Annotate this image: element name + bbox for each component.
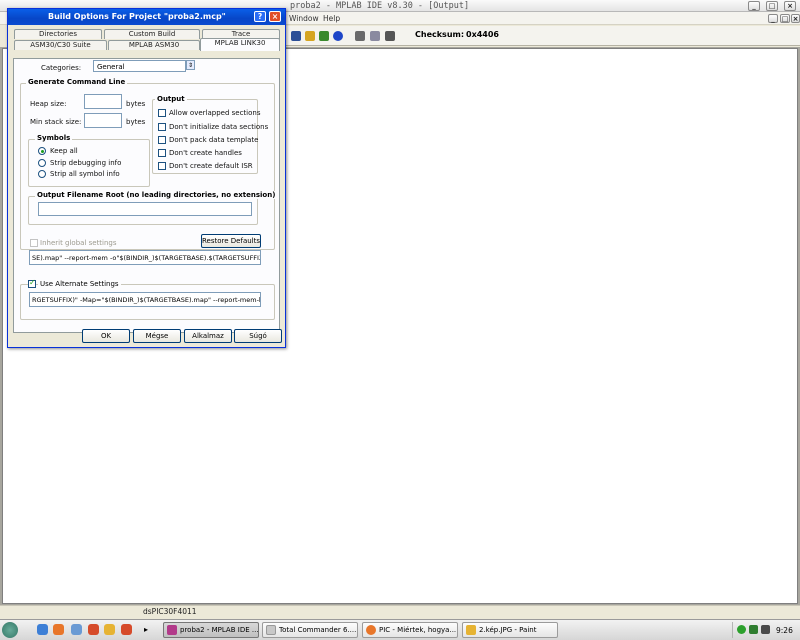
menu-window[interactable]: Window <box>289 14 319 23</box>
dont-pack-template-checkbox[interactable] <box>158 136 166 144</box>
help-button[interactable]: Súgó <box>234 329 282 343</box>
tab-mplab-asm30[interactable]: MPLAB ASM30 <box>108 40 200 50</box>
dialog-title: Build Options For Project "proba2.mcp" <box>48 12 226 21</box>
min-stack-size-label: Min stack size: <box>30 118 82 126</box>
firefox-icon <box>366 625 376 635</box>
child-restore-icon[interactable]: □ <box>780 14 790 23</box>
make-icon[interactable] <box>319 31 329 41</box>
generate-command-line-title: Generate Command Line <box>26 78 128 86</box>
min-stack-size-input[interactable] <box>84 113 122 128</box>
filename-root-input[interactable] <box>38 202 252 216</box>
dont-create-handles-checkbox[interactable] <box>158 149 166 157</box>
tab-mplab-link30[interactable]: MPLAB LINK30 <box>200 38 280 51</box>
dont-create-isr-checkbox[interactable] <box>158 162 166 170</box>
quicklaunch-chevron-icon[interactable]: ▸ <box>144 625 148 634</box>
min-stack-size-unit: bytes <box>126 118 146 126</box>
task-label: Total Commander 6.... <box>279 626 357 634</box>
keep-all-radio[interactable] <box>38 147 46 155</box>
chip-icon[interactable] <box>385 31 395 41</box>
task-label: PIC - Miértek, hogya... <box>379 626 457 634</box>
symbols-title: Symbols <box>35 134 73 142</box>
menu-help[interactable]: Help <box>323 14 340 23</box>
tab-asm30-c30-suite[interactable]: ASM30/C30 Suite <box>14 40 107 50</box>
tab-directories[interactable]: Directories <box>14 29 102 39</box>
help-icon[interactable]: ? <box>254 11 266 22</box>
task-firefox[interactable]: PIC - Miértek, hogya... <box>362 622 458 638</box>
ok-button[interactable]: OK <box>82 329 130 343</box>
mplab-icon <box>167 625 177 635</box>
keep-all-label: Keep all <box>50 147 78 155</box>
tab-custom-build[interactable]: Custom Build <box>104 29 200 39</box>
use-alternate-settings-label: Use Alternate Settings <box>38 280 121 288</box>
quicklaunch-media-icon[interactable] <box>121 624 132 635</box>
quicklaunch-firefox-icon[interactable] <box>53 624 64 635</box>
clock: 9:26 <box>776 626 793 635</box>
quicklaunch-paint-icon[interactable] <box>104 624 115 635</box>
build-icon[interactable] <box>305 31 315 41</box>
program-icon[interactable] <box>355 31 365 41</box>
info-icon[interactable] <box>333 31 343 41</box>
child-minimize-icon[interactable]: _ <box>768 14 778 23</box>
checksum-label: Checksum: <box>415 30 465 39</box>
restore-defaults-button[interactable]: Restore Defaults <box>201 234 261 248</box>
apply-button[interactable]: Alkalmaz <box>184 329 232 343</box>
child-close-icon[interactable]: × <box>791 14 800 23</box>
dont-pack-template-label: Don't pack data template <box>169 136 259 144</box>
allow-overlapped-label: Allow overlapped sections <box>169 109 261 117</box>
tray-volume-icon[interactable] <box>761 625 770 634</box>
output-title: Output <box>155 95 187 103</box>
status-device: dsPIC30F4011 <box>143 607 197 616</box>
chevron-down-icon[interactable]: ⇕ <box>186 60 195 70</box>
dont-create-handles-label: Don't create handles <box>169 149 242 157</box>
ide-window-title: proba2 - MPLAB IDE v8.30 - [Output] <box>290 1 470 11</box>
task-label: 2.kép.JPG - Paint <box>479 626 537 634</box>
maximize-icon[interactable]: □ <box>766 1 778 11</box>
cancel-button[interactable]: Mégse <box>133 329 181 343</box>
dialog-close-icon[interactable]: × <box>269 11 281 22</box>
strip-all-symbols-radio[interactable] <box>38 170 46 178</box>
strip-debugging-radio[interactable] <box>38 159 46 167</box>
command-line-field[interactable]: SE).map" --report-mem -o"$(BINDIR_)$(TAR… <box>29 250 261 265</box>
tray-network-icon[interactable] <box>737 625 746 634</box>
alternate-command-line-field[interactable]: RGETSUFFIX)" -Map="$(BINDIR_)$(TARGETBAS… <box>29 292 261 307</box>
minimize-icon[interactable]: _ <box>748 1 760 11</box>
close-icon[interactable]: × <box>784 1 796 11</box>
heap-size-unit: bytes <box>126 100 146 108</box>
allow-overlapped-checkbox[interactable] <box>158 109 166 117</box>
task-total-commander[interactable]: Total Commander 6.... <box>262 622 358 638</box>
task-mplab[interactable]: proba2 - MPLAB IDE ... <box>163 622 259 638</box>
heap-size-label: Heap size: <box>30 100 67 108</box>
use-alternate-settings-checkbox[interactable] <box>28 278 36 288</box>
quicklaunch-ie-icon[interactable] <box>37 624 48 635</box>
categories-select[interactable]: General <box>93 60 186 72</box>
total-commander-icon <box>266 625 276 635</box>
heap-size-input[interactable] <box>84 94 122 109</box>
inherit-global-checkbox[interactable] <box>30 239 38 247</box>
paint-icon <box>466 625 476 635</box>
status-bar <box>0 605 800 619</box>
dont-create-isr-label: Don't create default ISR <box>169 162 253 170</box>
task-paint[interactable]: 2.kép.JPG - Paint <box>462 622 558 638</box>
task-label: proba2 - MPLAB IDE ... <box>180 626 259 634</box>
quicklaunch-app-icon[interactable] <box>88 624 99 635</box>
categories-label: Categories: <box>41 64 82 72</box>
dont-init-data-label: Don't initialize data sections <box>169 123 269 131</box>
checksum-value: 0x4406 <box>466 30 499 39</box>
start-button[interactable] <box>2 622 18 638</box>
quicklaunch-desktop-icon[interactable] <box>71 624 82 635</box>
strip-debugging-label: Strip debugging info <box>50 159 122 167</box>
strip-all-symbols-label: Strip all symbol info <box>50 170 120 178</box>
build-options-dialog: Build Options For Project "proba2.mcp" ?… <box>7 8 286 348</box>
memory-icon[interactable] <box>370 31 380 41</box>
dont-init-data-checkbox[interactable] <box>158 123 166 131</box>
tray-app-icon[interactable] <box>749 625 758 634</box>
save-icon[interactable] <box>291 31 301 41</box>
inherit-global-label: Inherit global settings <box>40 239 117 247</box>
filename-root-title: Output Filename Root (no leading directo… <box>35 191 278 199</box>
